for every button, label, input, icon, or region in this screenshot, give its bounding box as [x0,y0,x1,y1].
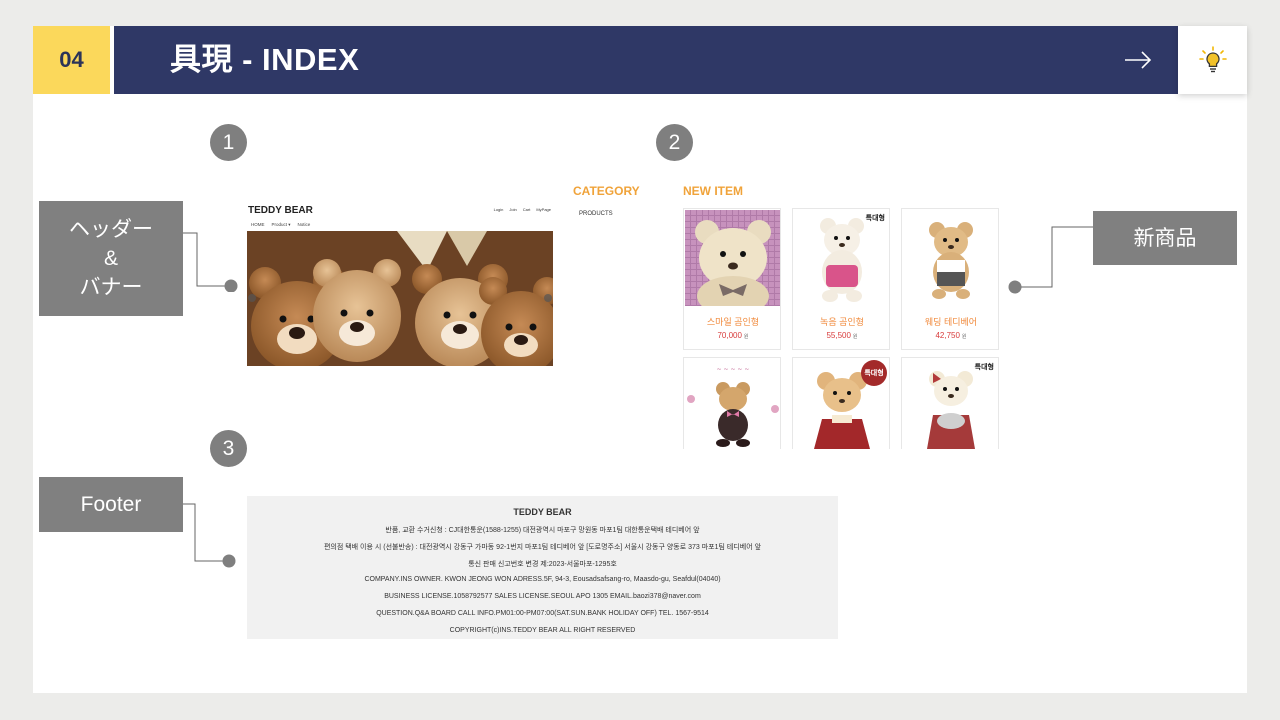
mock-nav-notice[interactable]: Notice [298,222,311,228]
mock-logo[interactable]: TEDDY BEAR [248,205,313,216]
mock-login-link[interactable]: Login [494,207,504,212]
product-card[interactable]: 특대형 [901,357,999,449]
title-bar: 具現 - INDEX [114,26,1178,94]
connector-header [183,232,238,292]
footer-title: TEDDY BEAR [513,507,572,517]
mock-banner-image [247,231,553,366]
mock-cart-link[interactable]: Cart [523,207,531,212]
footer-line: COPYRIGHT(c)INS.TEDDY BEAR ALL RIGHT RES… [449,627,636,634]
category-item-products[interactable]: PRODUCTS [579,211,613,217]
product-price-value: 42,750 [935,331,960,340]
mock-nav-home[interactable]: HOME [251,222,265,228]
teddy-bears-banner-illustration [247,231,553,366]
product-image: ~ ~ ~ ~ ~ [685,359,780,449]
lightbulb-icon [1198,46,1227,73]
product-image [903,359,998,449]
header-banner-label-line2: & [103,247,118,270]
product-card[interactable]: 웨딩 테디베어 42,750 원 [901,208,999,350]
header-banner-label: ヘッダー & バナー [39,201,183,316]
product-image [794,210,889,306]
product-price-unit: 원 [743,334,749,340]
marker-2: 2 [656,124,693,161]
mock-util-links: Login Join Cart MyPage [494,207,551,212]
marker-1: 1 [210,124,247,161]
new-item-label: 新商品 [1093,211,1237,265]
product-name[interactable]: 웨딩 테디베어 [902,315,998,328]
product-card[interactable]: 특대형 녹음 곰인형 55,500 원 [792,208,890,350]
footer-line: 편의점 택배 이용 시 (선불반송) : 대전광역시 강동구 가마동 92-1번… [323,544,762,551]
product-name[interactable]: 스마일 곰인형 [684,315,780,328]
connector-footer [183,503,236,568]
product-price: 70,000 원 [684,331,780,340]
product-name[interactable]: 녹음 곰인형 [793,315,889,328]
header-banner-label-line1: ヘッダー [69,218,153,241]
header-banner-label-line3: バナー [79,276,143,299]
mock-join-link[interactable]: Join [509,207,516,212]
arrow-right-icon[interactable] [1124,48,1152,72]
footer-line: 통신 판매 신고번호 변경 제:2023-서울마포-1295호 [468,561,617,568]
connector-new-item [1008,226,1093,294]
product-image [903,210,998,306]
product-image [685,210,780,306]
footer-line: COMPANY.INS OWNER. KWON JEONG WON ADRESS… [364,576,721,583]
mock-site-header: TEDDY BEAR Login Join Cart MyPage HOME P… [247,203,553,233]
footer-line: BUSINESS LICENSE.1058792577 SALES LICENS… [384,593,701,600]
section-number: 04 [33,26,110,94]
product-tag-badge: 특대형 [861,360,887,386]
new-item-title: NEW ITEM [683,184,743,198]
product-tag: 특대형 [865,215,885,222]
product-tag: 특대형 [974,364,994,371]
product-price-unit: 원 [961,334,967,340]
footer-line: 반품, 교환 수거신청 : CJ대한통운(1588-1255) 대전광역시 마포… [385,527,700,534]
product-card[interactable]: 특대형 [792,357,890,449]
product-card[interactable]: ~ ~ ~ ~ ~ [683,357,781,449]
mock-nav-product[interactable]: Product ▾ [272,222,291,228]
mock-footer: TEDDY BEAR 반품, 교환 수거신청 : CJ대한통운(1588-125… [247,496,838,639]
lightbulb-button[interactable] [1178,26,1247,94]
marker-3: 3 [210,430,247,467]
product-price-value: 55,500 [826,331,851,340]
product-card[interactable]: 스마일 곰인형 70,000 원 [683,208,781,350]
product-price-value: 70,000 [717,331,742,340]
category-title: CATEGORY [573,184,640,198]
product-price-unit: 원 [852,334,858,340]
mock-mypage-link[interactable]: MyPage [536,207,551,212]
product-price: 55,500 원 [793,331,889,340]
mock-nav: HOME Product ▾ Notice [251,222,310,228]
footer-label: Footer [39,477,183,532]
product-price: 42,750 원 [902,331,998,340]
svg-text:~ ~ ~ ~ ~: ~ ~ ~ ~ ~ [717,366,750,373]
page-title: 具現 - INDEX [170,42,360,77]
footer-line: QUESTION.Q&A BOARD CALL INFO.PM01:00-PM0… [376,610,709,617]
